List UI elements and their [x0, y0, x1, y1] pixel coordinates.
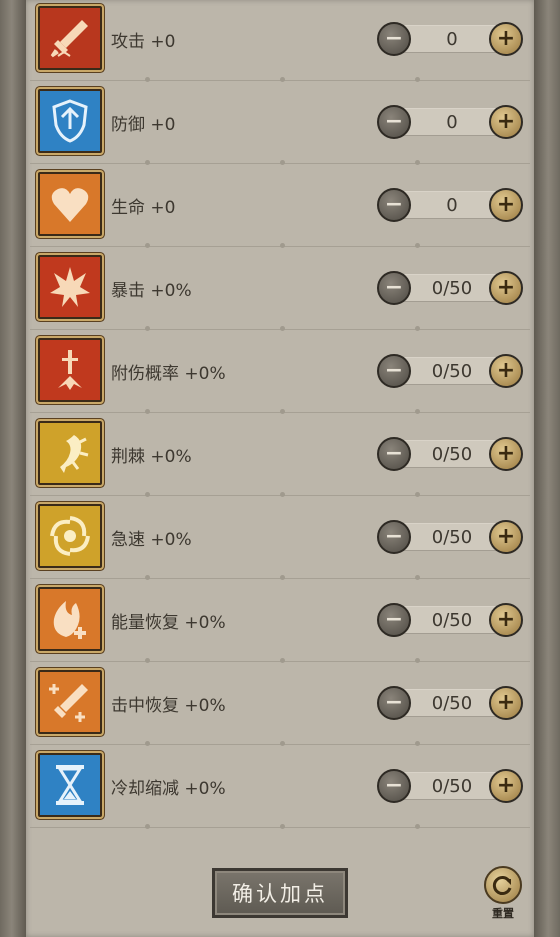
stat-label: 攻击 +0 [111, 32, 176, 52]
stat-label: 能量恢复 +0% [111, 613, 226, 633]
stat-row-defense: 防御 +0 − 0 + [26, 83, 534, 166]
minus-icon: − [384, 441, 404, 466]
stat-label: 急速 +0% [111, 530, 192, 550]
frame-left [0, 0, 26, 937]
minus-icon: − [384, 690, 404, 715]
increase-button[interactable]: + [489, 686, 523, 720]
plus-icon: + [496, 607, 516, 632]
stat-value: 0/50 [401, 357, 503, 385]
row-divider [30, 575, 530, 580]
minus-icon: − [384, 524, 404, 549]
stat-row-thorns: 荆棘 +0% − 0/50 + [26, 415, 534, 498]
increase-button[interactable]: + [489, 105, 523, 139]
dagger-impact-icon [38, 338, 102, 402]
stat-label: 防御 +0 [111, 115, 176, 135]
flame-plus-icon [38, 587, 102, 651]
row-divider [30, 243, 530, 248]
plus-icon: + [496, 358, 516, 383]
thorn-icon [38, 421, 102, 485]
plus-icon: + [496, 109, 516, 134]
stat-row-crit: 暴击 +0% − 0/50 + [26, 249, 534, 332]
row-divider [30, 326, 530, 331]
plus-icon: + [496, 192, 516, 217]
row-divider [30, 741, 530, 746]
stat-value: 0 [401, 191, 503, 219]
plus-icon: + [496, 26, 516, 51]
hourglass-icon [38, 753, 102, 817]
stat-label: 荆棘 +0% [111, 447, 192, 467]
plus-icon: + [496, 441, 516, 466]
stat-value: 0/50 [401, 606, 503, 634]
row-divider [30, 658, 530, 663]
reset-button[interactable] [484, 866, 522, 904]
frame-right [534, 0, 560, 937]
stat-value: 0/50 [401, 689, 503, 717]
stat-row-hp: 生命 +0 − 0 + [26, 166, 534, 249]
stat-label: 冷却缩减 +0% [111, 779, 226, 799]
stat-label: 生命 +0 [111, 198, 176, 218]
decrease-button[interactable]: − [377, 686, 411, 720]
decrease-button[interactable]: − [377, 603, 411, 637]
increase-button[interactable]: + [489, 520, 523, 554]
minus-icon: − [384, 275, 404, 300]
decrease-button[interactable]: − [377, 22, 411, 56]
plus-icon: + [496, 690, 516, 715]
stat-row-extra-damage: 附伤概率 +0% − 0/50 + [26, 332, 534, 415]
increase-button[interactable]: + [489, 603, 523, 637]
plus-icon: + [496, 773, 516, 798]
decrease-button[interactable]: − [377, 769, 411, 803]
sword-icon [38, 6, 102, 70]
stat-row-attack: 攻击 +0 − 0 + [26, 0, 534, 83]
stat-row-cooldown: 冷却缩减 +0% − 0/50 + [26, 747, 534, 830]
stat-row-energy-regen: 能量恢复 +0% − 0/50 + [26, 581, 534, 664]
stat-panel: 攻击 +0 − 0 + 防御 +0 − 0 + 生命 +0 − 0 + 暴击 +… [26, 0, 534, 937]
stat-label: 附伤概率 +0% [111, 364, 226, 384]
shield-icon [38, 89, 102, 153]
row-divider [30, 409, 530, 414]
stat-value: 0/50 [401, 523, 503, 551]
decrease-button[interactable]: − [377, 105, 411, 139]
increase-button[interactable]: + [489, 22, 523, 56]
increase-button[interactable]: + [489, 354, 523, 388]
plus-icon: + [496, 524, 516, 549]
minus-icon: − [384, 192, 404, 217]
decrease-button[interactable]: − [377, 188, 411, 222]
sword-plus-icon [38, 670, 102, 734]
minus-icon: − [384, 773, 404, 798]
heart-icon [38, 172, 102, 236]
minus-icon: − [384, 607, 404, 632]
row-divider [30, 492, 530, 497]
increase-button[interactable]: + [489, 271, 523, 305]
increase-button[interactable]: + [489, 437, 523, 471]
row-divider [30, 160, 530, 165]
reset-label: 重置 [492, 907, 514, 920]
stat-label: 击中恢复 +0% [111, 696, 226, 716]
stat-label: 暴击 +0% [111, 281, 192, 301]
decrease-button[interactable]: − [377, 520, 411, 554]
swirl-icon [38, 504, 102, 568]
minus-icon: − [384, 109, 404, 134]
minus-icon: − [384, 358, 404, 383]
stat-value: 0 [401, 108, 503, 136]
row-divider [30, 824, 530, 829]
stat-row-haste: 急速 +0% − 0/50 + [26, 498, 534, 581]
stat-value: 0/50 [401, 274, 503, 302]
refresh-icon [492, 876, 512, 895]
stat-value: 0 [401, 25, 503, 53]
increase-button[interactable]: + [489, 769, 523, 803]
stat-value: 0/50 [401, 440, 503, 468]
decrease-button[interactable]: − [377, 437, 411, 471]
decrease-button[interactable]: − [377, 271, 411, 305]
decrease-button[interactable]: − [377, 354, 411, 388]
stat-value: 0/50 [401, 772, 503, 800]
row-divider [30, 77, 530, 82]
burst-icon [38, 255, 102, 319]
increase-button[interactable]: + [489, 188, 523, 222]
stat-row-hit-regen: 击中恢复 +0% − 0/50 + [26, 664, 534, 747]
plus-icon: + [496, 275, 516, 300]
confirm-points-button[interactable]: 确认加点 [212, 868, 348, 918]
minus-icon: − [384, 26, 404, 51]
